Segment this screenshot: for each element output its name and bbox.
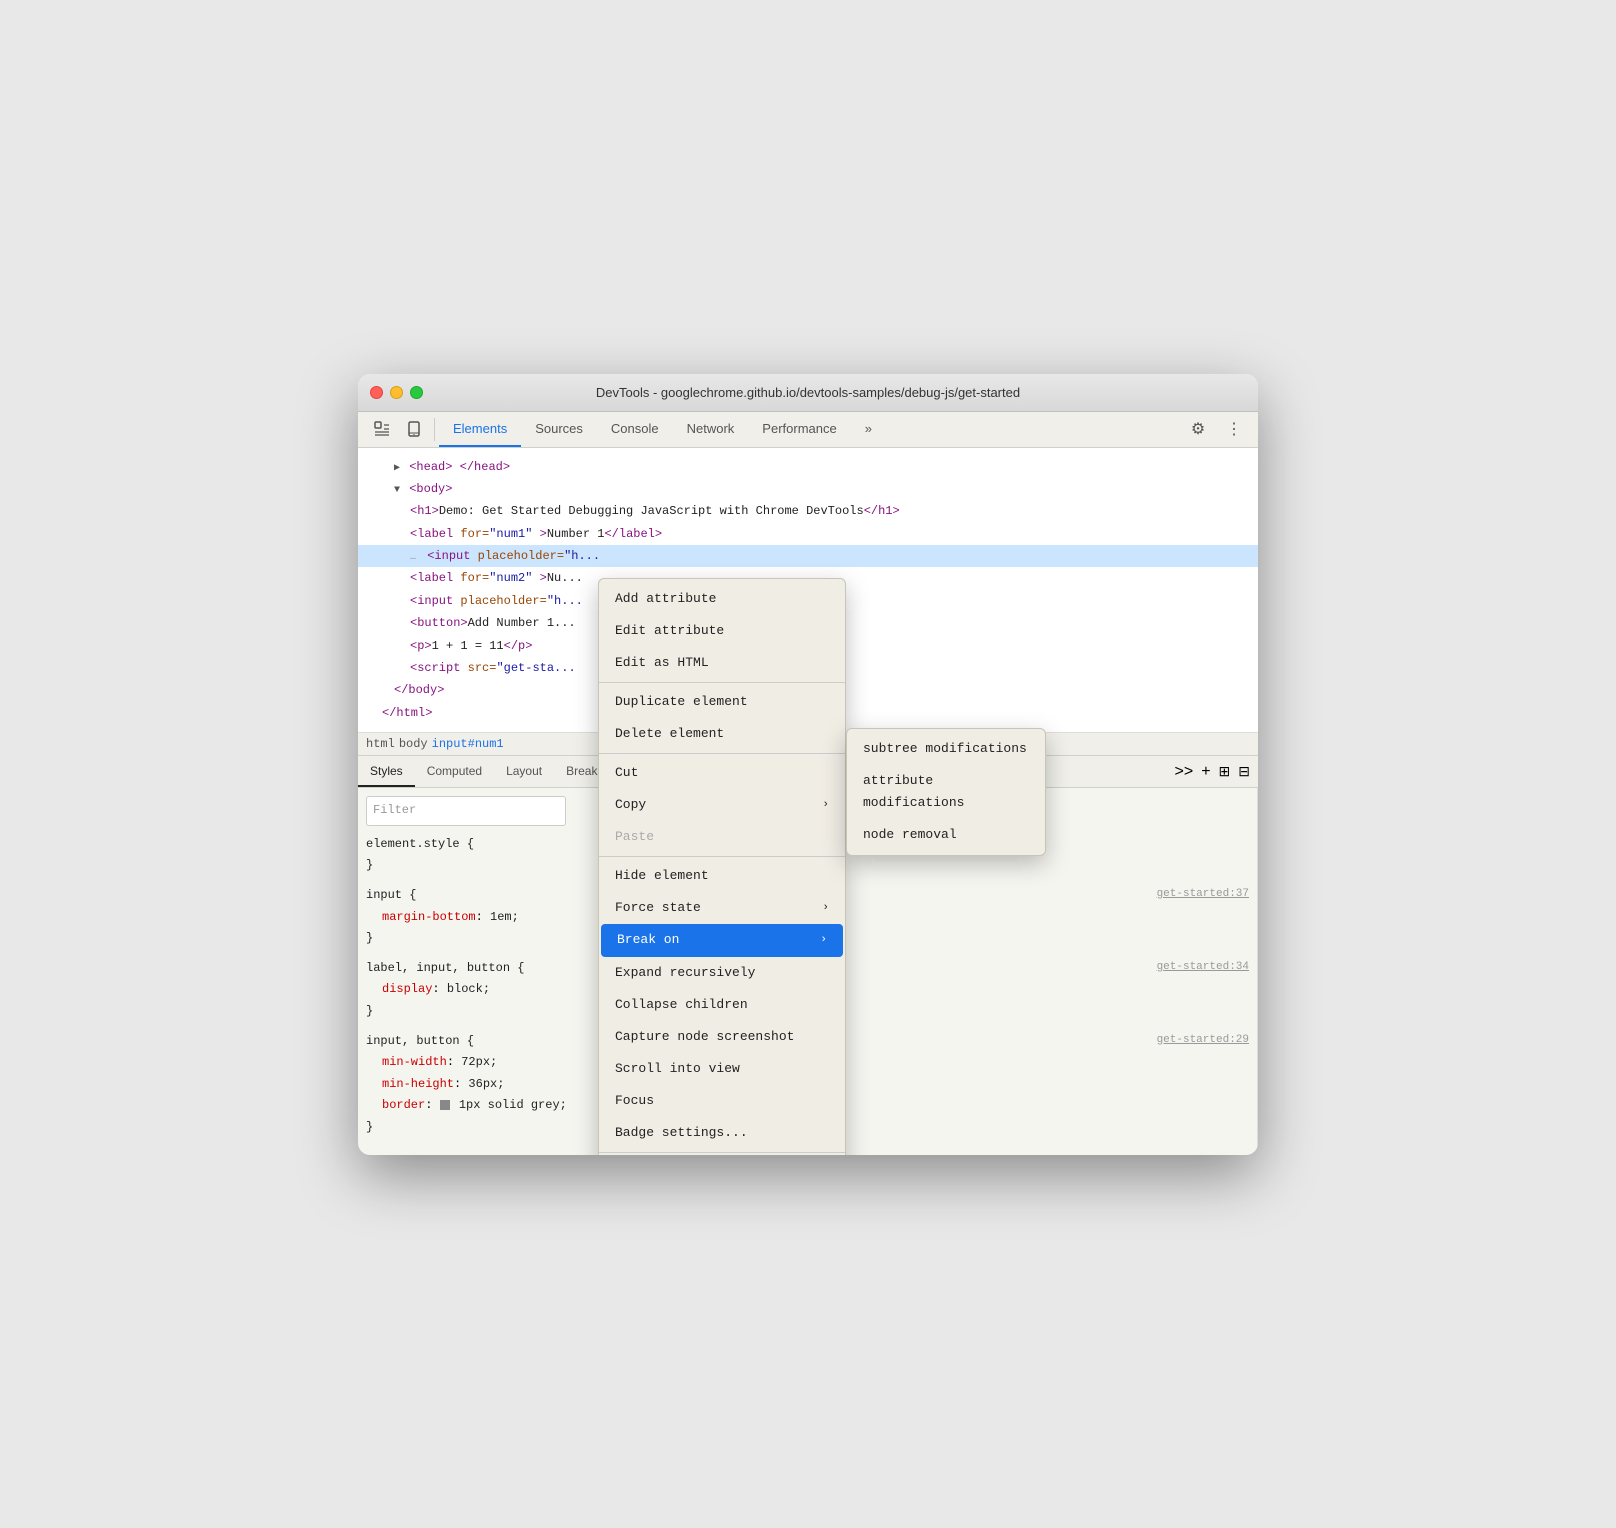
breadcrumb-html[interactable]: html: [366, 737, 395, 751]
refresh-style-icon[interactable]: ⊞: [1219, 763, 1231, 780]
css-source-link[interactable]: get-started:29: [1157, 1031, 1249, 1053]
menu-item-delete-element[interactable]: Delete element: [599, 718, 845, 750]
submenu-arrow-icon: ›: [820, 931, 827, 950]
tab-more[interactable]: »: [851, 412, 886, 447]
minimize-button[interactable]: [390, 386, 403, 399]
panel-tab-computed[interactable]: Computed: [415, 756, 494, 787]
devtools-window: DevTools - googlechrome.github.io/devtoo…: [358, 374, 1258, 1155]
menu-item-hide-element[interactable]: Hide element: [599, 860, 845, 892]
menu-separator: [599, 753, 845, 754]
tab-network[interactable]: Network: [673, 412, 749, 447]
more-tabs-icon[interactable]: >>: [1175, 763, 1194, 781]
menu-item-break-on[interactable]: Break on ›: [601, 924, 843, 956]
panel-tab-styles[interactable]: Styles: [358, 756, 415, 787]
context-menu: Add attribute Edit attribute Edit as HTM…: [598, 578, 846, 1155]
menu-item-subtree-modifications[interactable]: subtree modifications: [847, 733, 1045, 765]
toggle-panel-icon[interactable]: ⊟: [1238, 763, 1250, 780]
menu-item-force-state[interactable]: Force state ›: [599, 892, 845, 924]
inspector-icon[interactable]: [366, 412, 398, 447]
menu-item-duplicate-element[interactable]: Duplicate element: [599, 686, 845, 718]
tab-sources[interactable]: Sources: [521, 412, 597, 447]
submenu-arrow-icon: ›: [822, 899, 829, 918]
panel-tab-right: >> + ⊞ ⊟: [1167, 756, 1259, 787]
context-menu-overlay: Add attribute Edit attribute Edit as HTM…: [358, 448, 1258, 733]
window-title: DevTools - googlechrome.github.io/devtoo…: [596, 385, 1020, 400]
menu-separator: [599, 1152, 845, 1153]
menu-item-badge-settings[interactable]: Badge settings...: [599, 1117, 845, 1149]
toolbar-right: ⚙ ⋮: [1182, 412, 1250, 447]
submenu-arrow-icon: ›: [822, 796, 829, 815]
filter-bar[interactable]: Filter: [366, 796, 566, 826]
menu-item-add-attribute[interactable]: Add attribute: [599, 583, 845, 615]
close-button[interactable]: [370, 386, 383, 399]
break-on-submenu: subtree modifications attribute modifica…: [846, 728, 1046, 856]
devtools-tabs: Elements Sources Console Network Perform…: [439, 412, 1182, 447]
menu-separator: [599, 682, 845, 683]
panel-tab-layout[interactable]: Layout: [494, 756, 554, 787]
dom-panel: ▶ <head> </head> ▼ <body> <h1>Demo: Get …: [358, 448, 1258, 734]
settings-icon[interactable]: ⚙: [1182, 412, 1214, 447]
maximize-button[interactable]: [410, 386, 423, 399]
menu-separator: [599, 856, 845, 857]
titlebar: DevTools - googlechrome.github.io/devtoo…: [358, 374, 1258, 412]
breadcrumb-input[interactable]: input#num1: [432, 737, 504, 751]
tab-elements[interactable]: Elements: [439, 412, 521, 447]
menu-item-attribute-modifications[interactable]: attribute modifications: [847, 765, 1045, 819]
add-style-icon[interactable]: +: [1201, 763, 1210, 781]
menu-item-paste[interactable]: Paste: [599, 821, 845, 853]
menu-item-focus[interactable]: Focus: [599, 1085, 845, 1117]
menu-item-collapse-children[interactable]: Collapse children: [599, 989, 845, 1021]
menu-item-edit-as-html[interactable]: Edit as HTML: [599, 647, 845, 679]
devtools-toolbar: Elements Sources Console Network Perform…: [358, 412, 1258, 448]
menu-item-edit-attribute[interactable]: Edit attribute: [599, 615, 845, 647]
menu-item-capture-screenshot[interactable]: Capture node screenshot: [599, 1021, 845, 1053]
css-source-link[interactable]: get-started:37: [1157, 885, 1249, 907]
menu-item-node-removal[interactable]: node removal: [847, 819, 1045, 851]
menu-item-copy[interactable]: Copy ›: [599, 789, 845, 821]
menu-item-scroll-into-view[interactable]: Scroll into view: [599, 1053, 845, 1085]
more-options-icon[interactable]: ⋮: [1218, 412, 1250, 447]
css-source-link[interactable]: get-started:34: [1157, 958, 1249, 980]
device-icon[interactable]: [398, 412, 430, 447]
color-swatch: [440, 1100, 450, 1110]
traffic-lights: [370, 386, 423, 399]
breadcrumb-body[interactable]: body: [399, 737, 428, 751]
menu-item-expand-recursively[interactable]: Expand recursively: [599, 957, 845, 989]
tab-performance[interactable]: Performance: [748, 412, 850, 447]
toolbar-separator: [434, 418, 435, 441]
menu-item-cut[interactable]: Cut: [599, 757, 845, 789]
tab-console[interactable]: Console: [597, 412, 673, 447]
